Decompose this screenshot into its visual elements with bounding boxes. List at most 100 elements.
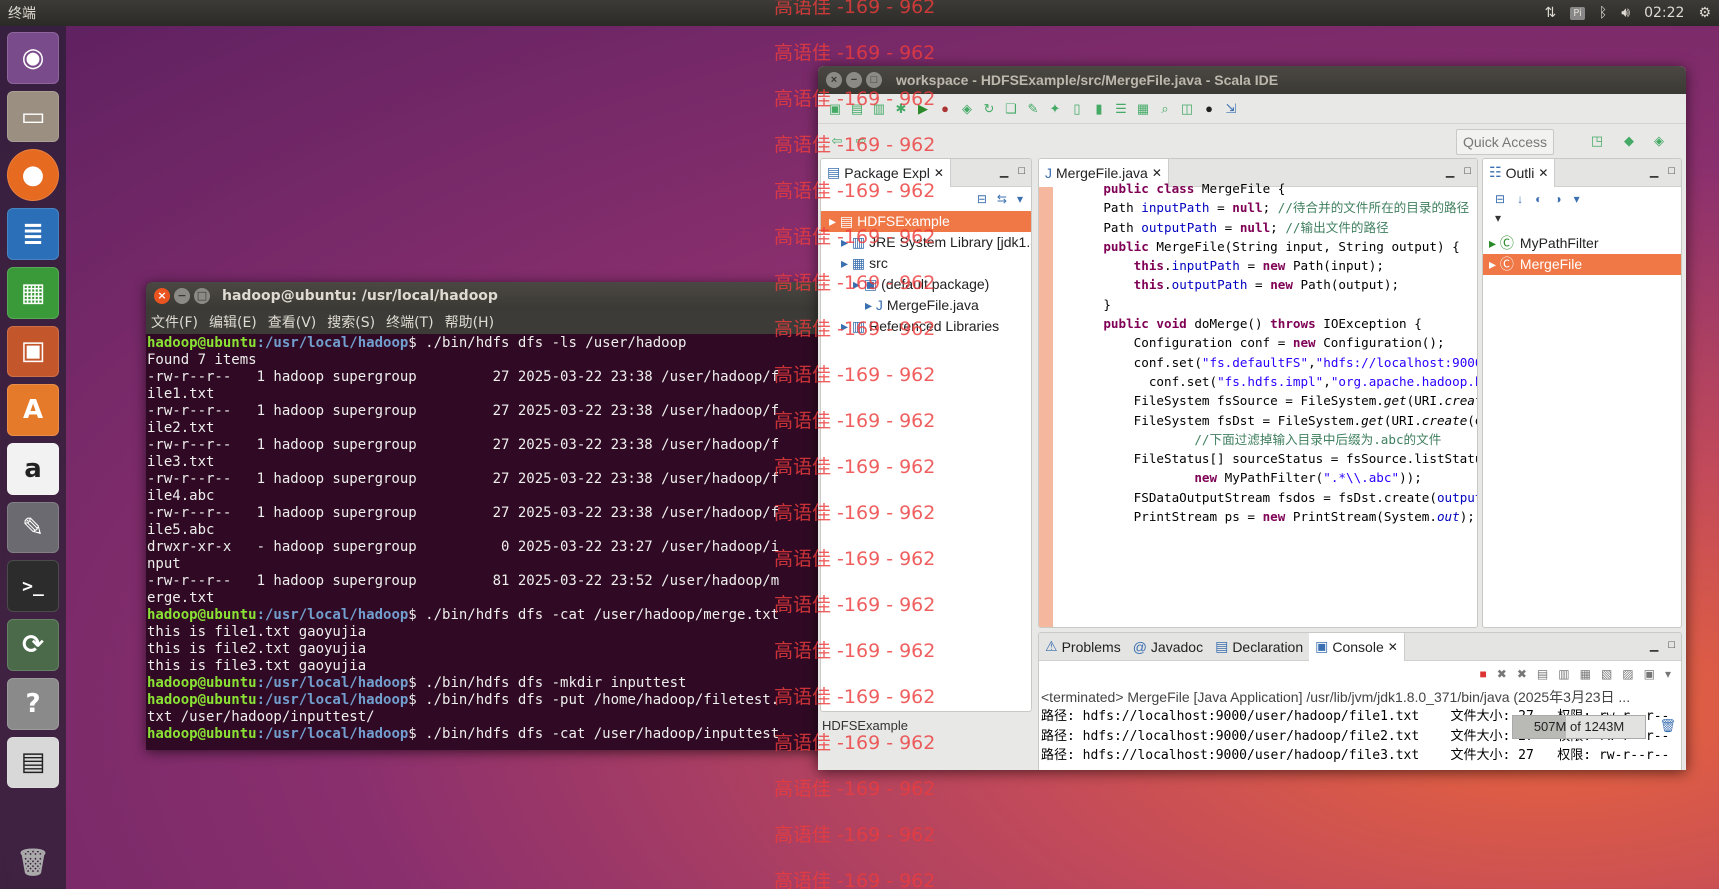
refresh-icon[interactable]: ↻ bbox=[980, 100, 998, 118]
toggle-icon[interactable]: ▯ bbox=[1068, 100, 1086, 118]
heap-status[interactable]: 507M of 1243M bbox=[1512, 715, 1646, 739]
display-console-icon[interactable]: ▣ bbox=[1644, 667, 1655, 681]
scala-perspective-icon[interactable]: ◈ bbox=[1650, 132, 1668, 150]
ide-titlebar[interactable]: × − □ workspace - HDFSExample/src/MergeF… bbox=[818, 66, 1686, 94]
terminal-menu-item[interactable]: 文件(F) bbox=[151, 312, 198, 332]
package-tree-item[interactable]: ▸ ▥ Referenced Libraries bbox=[821, 316, 1031, 337]
link-icon[interactable]: ✎ bbox=[1024, 100, 1042, 118]
collapse-icon[interactable]: ⊟ bbox=[1495, 192, 1505, 206]
new-icon[interactable]: ▣ bbox=[826, 100, 844, 118]
hide-static-icon[interactable]: ◑ bbox=[1554, 192, 1561, 206]
terminal-titlebar[interactable]: × − □ hadoop@ubuntu: /usr/local/hadoop bbox=[146, 282, 832, 310]
tab-outline[interactable]: ☷ Outli ✕ bbox=[1483, 159, 1556, 187]
maximize-icon[interactable]: □ bbox=[1464, 165, 1471, 178]
close-tab-icon[interactable]: ✕ bbox=[934, 166, 944, 180]
calc-icon[interactable]: ▦ bbox=[7, 266, 59, 319]
minimize-icon[interactable]: − bbox=[174, 288, 190, 304]
help-icon[interactable]: ? bbox=[7, 677, 59, 730]
clear-console-icon[interactable]: ▤ bbox=[1537, 667, 1548, 681]
back-icon[interactable]: ⇦ bbox=[828, 132, 846, 150]
clock[interactable]: 02:22 bbox=[1644, 5, 1684, 21]
quick-access-field[interactable]: Quick Access bbox=[1455, 129, 1554, 155]
tab-javadoc[interactable]: @ Javadoc bbox=[1127, 633, 1209, 661]
close-tab-icon[interactable]: ✕ bbox=[1152, 166, 1162, 180]
terminal-output[interactable]: hadoop@ubuntu:/usr/local/hadoop$ ./bin/h… bbox=[146, 334, 832, 743]
save-all-icon[interactable]: ▥ bbox=[870, 100, 888, 118]
close-icon[interactable]: × bbox=[154, 288, 170, 304]
bluetooth-icon[interactable]: ᛒ bbox=[1599, 5, 1607, 21]
tab-package-explorer[interactable]: ▤ Package Expl ✕ bbox=[821, 159, 951, 187]
collapse-all-icon[interactable]: ⊟ bbox=[977, 192, 987, 206]
package-tree-item[interactable]: ▸ ▣ (default package) bbox=[821, 274, 1031, 295]
terminal-icon[interactable]: >_ bbox=[7, 560, 59, 613]
terminal-window[interactable]: × − □ hadoop@ubuntu: /usr/local/hadoop 文… bbox=[146, 282, 832, 750]
software-center-icon[interactable]: A bbox=[7, 384, 59, 437]
trash-icon[interactable]: 🗑︎ bbox=[7, 837, 59, 889]
run-icon[interactable]: ▶ bbox=[914, 100, 932, 118]
package-tree-item[interactable]: ▸ ▥ JRE System Library [jdk1.8 bbox=[821, 232, 1031, 253]
writer-icon[interactable]: ≣ bbox=[7, 208, 59, 260]
remove-launch-icon[interactable]: ✖ bbox=[1497, 667, 1507, 681]
impress-icon[interactable]: ▣ bbox=[7, 325, 59, 378]
package-tree-item[interactable]: ▸ ▤ HDFSExample bbox=[821, 211, 1031, 232]
terminate-icon[interactable]: ■ bbox=[1480, 667, 1487, 681]
ide-window[interactable]: × − □ workspace - HDFSExample/src/MergeF… bbox=[818, 66, 1686, 770]
new-project-icon[interactable]: ◈ bbox=[958, 100, 976, 118]
tab-console[interactable]: ▣ Console ✕ bbox=[1309, 633, 1405, 661]
input-method-badge[interactable]: Pi bbox=[1570, 6, 1585, 20]
ubuntu-dash-icon[interactable]: ◉ bbox=[7, 32, 59, 84]
minimize-icon[interactable]: ▁ bbox=[1650, 165, 1658, 178]
view-menu-icon[interactable]: ▾ bbox=[1017, 192, 1023, 206]
firefox-icon[interactable]: ● bbox=[7, 149, 59, 202]
link-editor-icon[interactable]: ⇆ bbox=[997, 192, 1007, 206]
tab-problems[interactable]: ⚠ Problems bbox=[1039, 633, 1127, 661]
open-perspective-icon[interactable]: ◳ bbox=[1588, 132, 1606, 150]
profile-icon[interactable]: ● bbox=[1200, 100, 1218, 118]
maximize-icon[interactable]: □ bbox=[866, 72, 882, 88]
package-tree-item[interactable]: ▸ J MergeFile.java bbox=[821, 295, 1031, 316]
open-console-icon[interactable]: ▾ bbox=[1665, 667, 1671, 681]
forward-icon[interactable]: ⇨ bbox=[852, 132, 870, 150]
close-tab-icon[interactable]: ✕ bbox=[1388, 640, 1398, 654]
view-menu-icon[interactable]: ▾ bbox=[1574, 192, 1580, 206]
remove-all-icon[interactable]: ✖ bbox=[1517, 667, 1527, 681]
hide-fields-icon[interactable]: ◐ bbox=[1535, 192, 1542, 206]
view-icon[interactable]: ▦ bbox=[1134, 100, 1152, 118]
gc-trash-icon[interactable]: 🗑︎ bbox=[1659, 718, 1676, 734]
minimize-icon[interactable]: ▁ bbox=[1000, 165, 1008, 178]
maximize-icon[interactable]: □ bbox=[1668, 165, 1675, 178]
files-icon[interactable]: ▭ bbox=[7, 90, 59, 143]
debug-icon[interactable]: ✱ bbox=[892, 100, 910, 118]
layout-icon[interactable]: ☰ bbox=[1112, 100, 1130, 118]
maximize-icon[interactable]: □ bbox=[194, 288, 210, 304]
search-icon[interactable]: ⌕ bbox=[1156, 100, 1174, 118]
active-app-name[interactable]: 终端 bbox=[8, 3, 36, 23]
terminal-menu-item[interactable]: 搜索(S) bbox=[327, 312, 375, 332]
terminal-menu-item[interactable]: 查看(V) bbox=[268, 312, 317, 332]
package-tree-item[interactable]: ▸ ▦ src bbox=[821, 253, 1031, 274]
minimize-icon[interactable]: − bbox=[846, 72, 862, 88]
nav-icon[interactable]: ▮ bbox=[1090, 100, 1108, 118]
external-tools-icon[interactable]: ● bbox=[936, 100, 954, 118]
word-wrap-icon[interactable]: ▦ bbox=[1580, 667, 1591, 681]
settings-gear-icon[interactable]: ⚙ bbox=[1698, 5, 1711, 21]
pin-console-icon[interactable]: ▨ bbox=[1622, 667, 1633, 681]
volume-icon[interactable]: 🔊︎ bbox=[1621, 5, 1630, 21]
software-updater-icon[interactable]: ⟳ bbox=[7, 619, 59, 671]
amazon-icon[interactable]: a bbox=[7, 443, 59, 495]
tab-declaration[interactable]: ▤ Declaration bbox=[1209, 633, 1309, 661]
terminal-menu-item[interactable]: 终端(T) bbox=[386, 312, 433, 332]
perspective-icon[interactable]: ◫ bbox=[1178, 100, 1196, 118]
save-icon[interactable]: ▤ bbox=[848, 100, 866, 118]
close-icon[interactable]: × bbox=[826, 72, 842, 88]
save-disk-icon[interactable]: ▤ bbox=[7, 736, 59, 789]
maximize-icon[interactable]: □ bbox=[1668, 639, 1675, 652]
code-view[interactable]: public class MergeFile { Path inputPath … bbox=[1073, 179, 1477, 526]
marker-icon[interactable]: ✦ bbox=[1046, 100, 1064, 118]
terminal-menu-item[interactable]: 帮助(H) bbox=[445, 312, 494, 332]
outline-item[interactable]: ▸ Ⓒ MergeFile bbox=[1483, 254, 1681, 275]
close-tab-icon[interactable]: ✕ bbox=[1538, 166, 1548, 180]
java-perspective-icon[interactable]: ◆ bbox=[1620, 132, 1638, 150]
show-on-output-icon[interactable]: ▧ bbox=[1601, 667, 1612, 681]
terminal-menu-item[interactable]: 编辑(E) bbox=[209, 312, 257, 332]
